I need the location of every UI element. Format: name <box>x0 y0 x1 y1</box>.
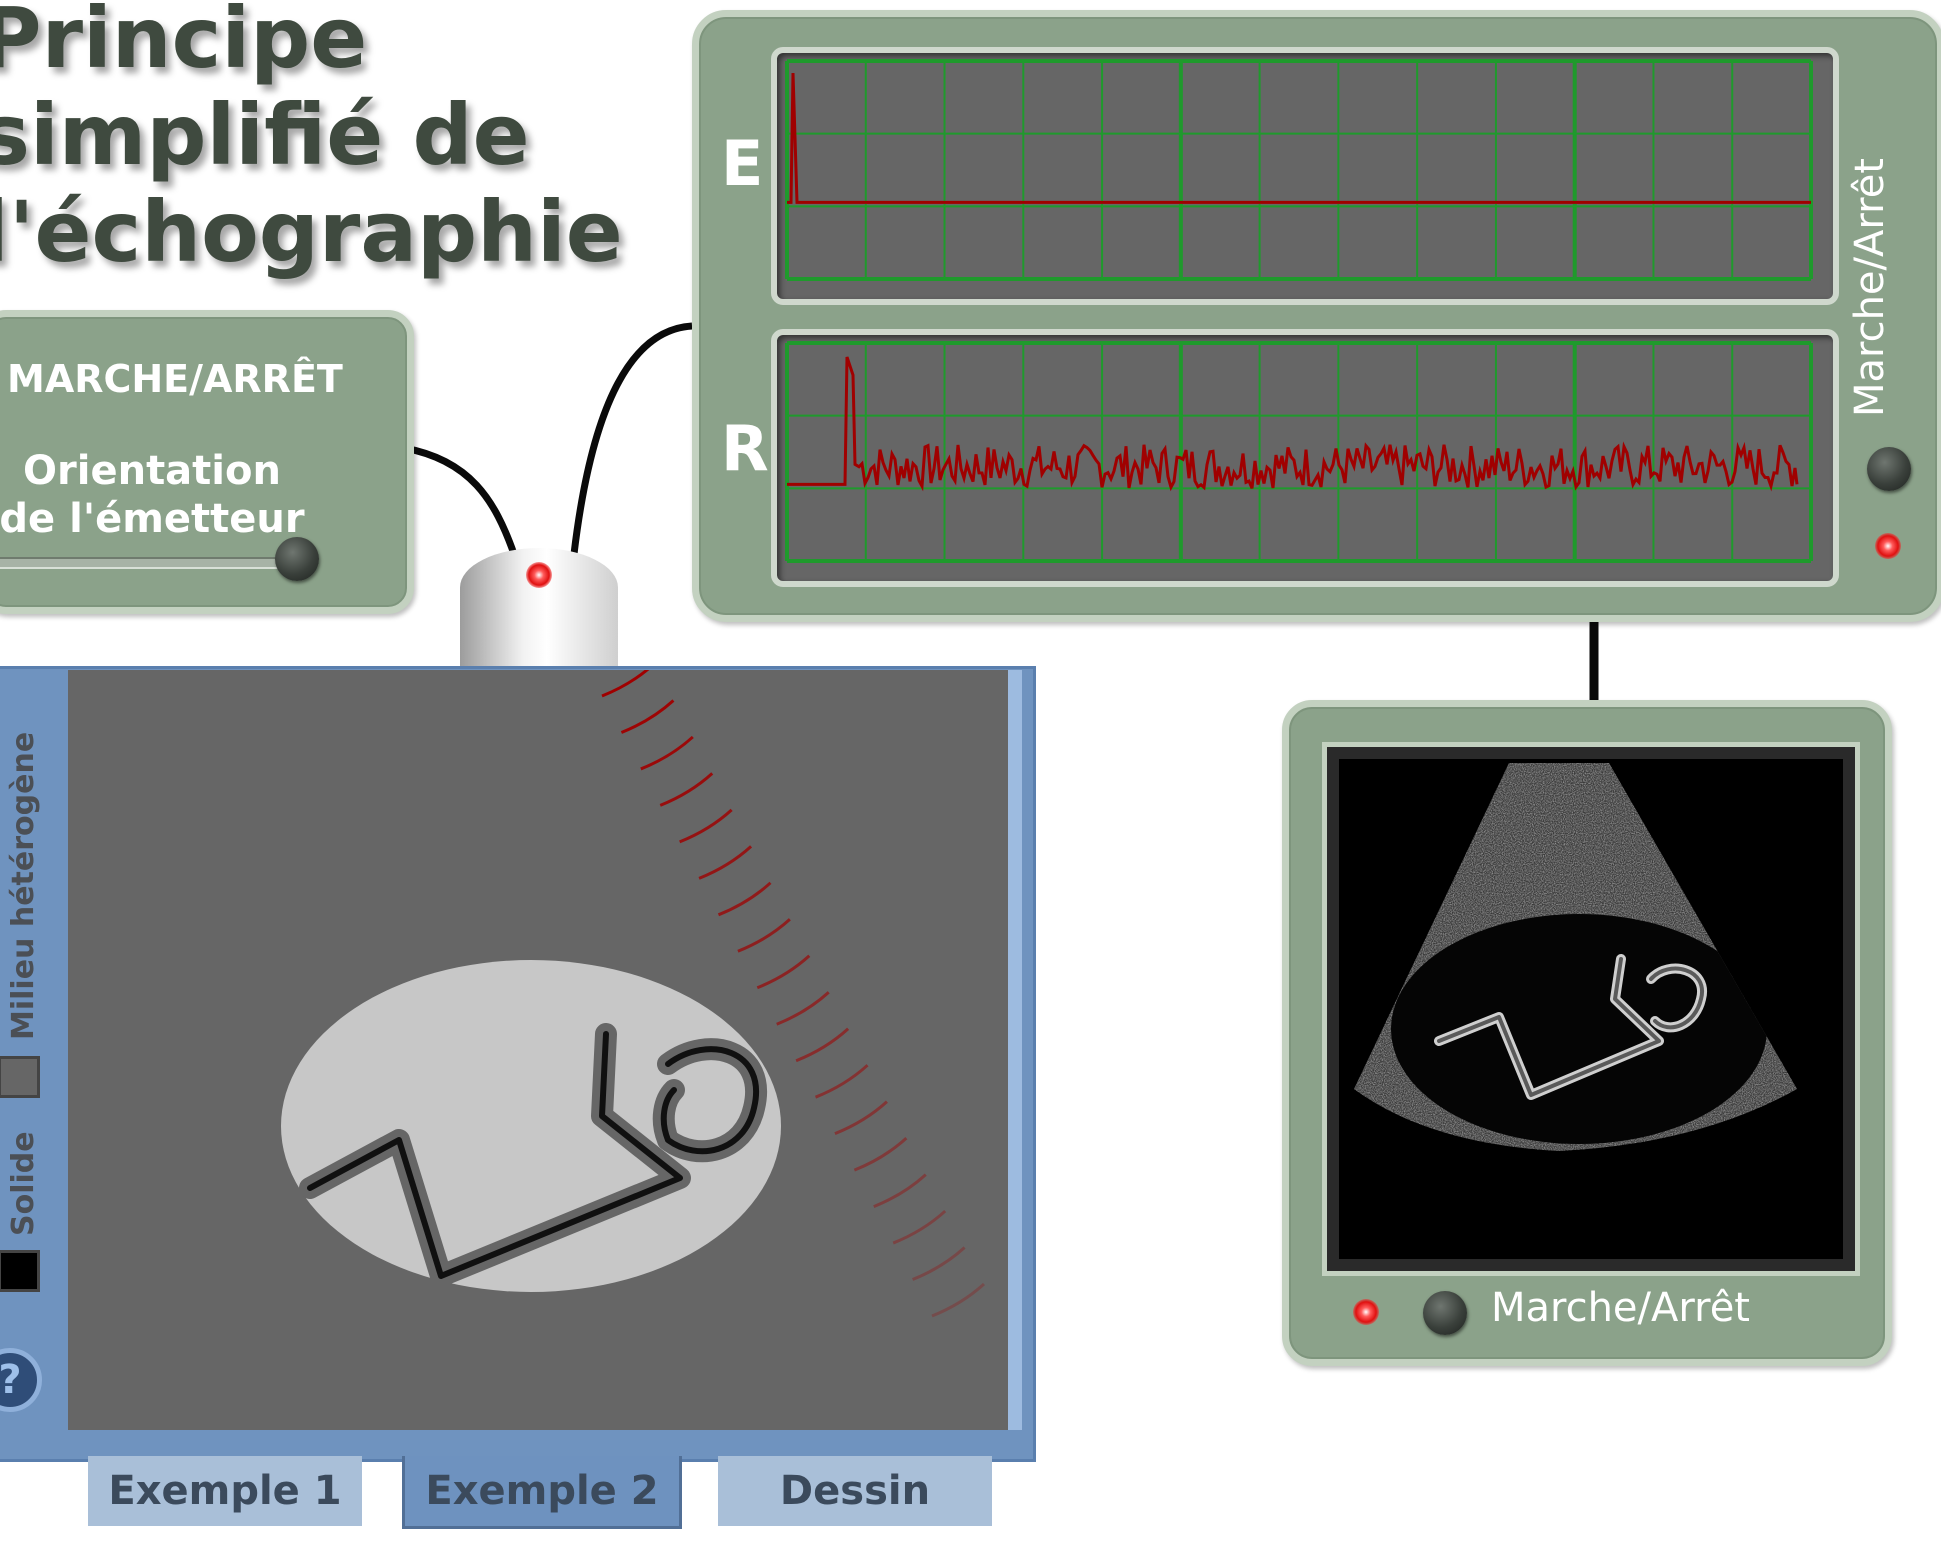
tab-exemple-1[interactable]: Exemple 1 <box>88 1456 362 1526</box>
scope-grid <box>785 341 1813 563</box>
wave-arc <box>620 699 675 734</box>
wave-arc <box>601 662 656 698</box>
wave-arc <box>892 1209 947 1245</box>
monitor-power-label: Marche/Arrêt <box>1491 1285 1750 1331</box>
orientation-label-line-2: de l'émetteur <box>0 496 305 542</box>
solid-medium-swatch[interactable] <box>0 1250 40 1292</box>
wave-arc <box>737 918 791 953</box>
wave-arc <box>873 1173 927 1208</box>
channel-r-label: R <box>721 412 769 485</box>
oscilloscope-power-led <box>1875 533 1901 559</box>
echograph-monitor: Marche/Arrêt <box>1282 700 1892 1366</box>
reception-signal <box>787 356 1799 492</box>
channel-e-label: E <box>721 127 764 200</box>
wave-arc <box>717 881 772 917</box>
wave-arc <box>640 735 694 771</box>
wave-arc <box>756 954 811 990</box>
cable-scope-transducer <box>570 322 693 555</box>
orientation-slider-handle[interactable] <box>275 537 319 581</box>
wave-arc <box>912 1246 966 1281</box>
transducer-probe[interactable] <box>460 548 618 666</box>
solid-label: Solide <box>6 1131 41 1236</box>
emission-screen <box>771 47 1839 305</box>
orientation-label-line-1: Orientation <box>23 448 281 494</box>
wave-arc <box>931 1282 986 1318</box>
oscilloscope-power-button[interactable] <box>1867 447 1911 491</box>
oscilloscope-power-label: Marche/Arrêt <box>1847 158 1893 417</box>
simulation-scene <box>281 662 986 1318</box>
ultrasound-image <box>1354 763 1797 1151</box>
transducer-led <box>526 562 552 588</box>
wave-arc <box>679 808 733 844</box>
wave-arc <box>659 772 714 807</box>
orientation-label: Orientation de l'émetteur <box>0 447 317 543</box>
wave-arc <box>698 845 753 880</box>
emission-signal <box>787 72 1811 204</box>
help-icon: ? <box>0 1357 22 1403</box>
reception-trace <box>785 341 1813 563</box>
emission-trace <box>785 59 1813 281</box>
reception-screen <box>771 329 1839 587</box>
wave-arc <box>776 991 830 1026</box>
control-panel: MARCHE/ARRÊT Orientation de l'émetteur <box>0 310 414 614</box>
tab-exemple-2[interactable]: Exemple 2 <box>402 1456 682 1529</box>
wave-arc <box>834 1100 888 1136</box>
wave-arc <box>814 1064 869 1099</box>
echograph-screen <box>1327 747 1855 1271</box>
heterogeneous-medium-label: Milieu hétérogène <box>6 731 41 1040</box>
oscilloscope: E R Marche/Arrêt <box>692 10 1941 622</box>
simulation-canvas[interactable] <box>68 662 1022 1430</box>
monitor-power-button[interactable] <box>1423 1291 1467 1335</box>
heterogeneous-medium-swatch[interactable] <box>0 1056 40 1098</box>
orientation-slider-track[interactable] <box>0 557 287 569</box>
power-toggle-label[interactable]: MARCHE/ARRÊT <box>7 357 343 401</box>
tab-dessin[interactable]: Dessin <box>718 1456 992 1526</box>
wave-arc <box>853 1137 908 1172</box>
wave-arc <box>795 1027 850 1063</box>
monitor-power-led <box>1353 1299 1379 1325</box>
scope-grid <box>785 59 1813 281</box>
scan-cone <box>1354 763 1797 1151</box>
cable-control-transducer <box>403 444 518 556</box>
